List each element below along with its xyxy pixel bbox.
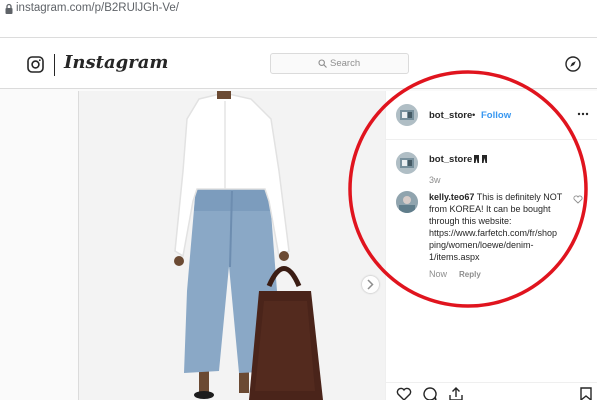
author-avatar[interactable]: [396, 104, 418, 126]
commenter-avatar[interactable]: [396, 191, 418, 213]
caption-avatar[interactable]: [396, 152, 418, 174]
commenter-username[interactable]: kelly.teo67: [429, 192, 474, 202]
instagram-header: Instagram Search: [0, 38, 597, 89]
instagram-logo-icon[interactable]: [27, 56, 44, 73]
screenshot: instagram.com/p/B2RUlJGh-Ve/ Instagram S…: [0, 0, 597, 400]
post-sidebar: bot_store • Follow bot_store 3w kelly.te…: [385, 91, 597, 400]
compass-icon[interactable]: [565, 56, 581, 72]
reply-button[interactable]: Reply: [459, 270, 481, 279]
search-icon: [318, 59, 327, 68]
share-icon[interactable]: [448, 387, 464, 400]
comment-body: kelly.teo67 This is definitely NOT from …: [429, 191, 567, 263]
woman-outfit-image: [174, 91, 323, 400]
caption-timestamp[interactable]: 3w: [429, 175, 441, 185]
instagram-wordmark[interactable]: Instagram: [64, 52, 168, 73]
separator-dot: •: [472, 110, 476, 121]
caption-username[interactable]: bot_store: [429, 154, 472, 165]
next-photo-button[interactable]: [362, 276, 379, 293]
follow-button[interactable]: Follow: [481, 110, 511, 121]
logo-divider: [54, 54, 55, 76]
bookmark-icon[interactable]: [578, 387, 594, 400]
post-actions-bar: [386, 382, 597, 400]
jeans-emoji-icon: [474, 155, 487, 163]
browser-address-bar[interactable]: instagram.com/p/B2RUlJGh-Ve/: [0, 0, 597, 38]
more-options-icon[interactable]: [577, 110, 589, 118]
comment-icon[interactable]: [422, 387, 438, 400]
post-container: bot_store • Follow bot_store 3w kelly.te…: [78, 91, 597, 400]
comment-timestamp[interactable]: Now: [429, 269, 447, 279]
post-header: bot_store • Follow: [386, 91, 597, 140]
search-input[interactable]: Search: [270, 53, 409, 74]
comment-text: This is definitely NOT from KOREA! It ca…: [429, 192, 563, 262]
author-username[interactable]: bot_store: [429, 110, 472, 121]
heart-icon[interactable]: [396, 387, 412, 400]
url-text[interactable]: instagram.com/p/B2RUlJGh-Ve/: [16, 1, 179, 15]
post-photo[interactable]: [79, 91, 385, 400]
like-comment-heart-icon[interactable]: [573, 195, 583, 204]
chevron-right-icon: [367, 279, 374, 290]
search-placeholder: Search: [330, 58, 361, 69]
lock-icon: [5, 3, 13, 14]
